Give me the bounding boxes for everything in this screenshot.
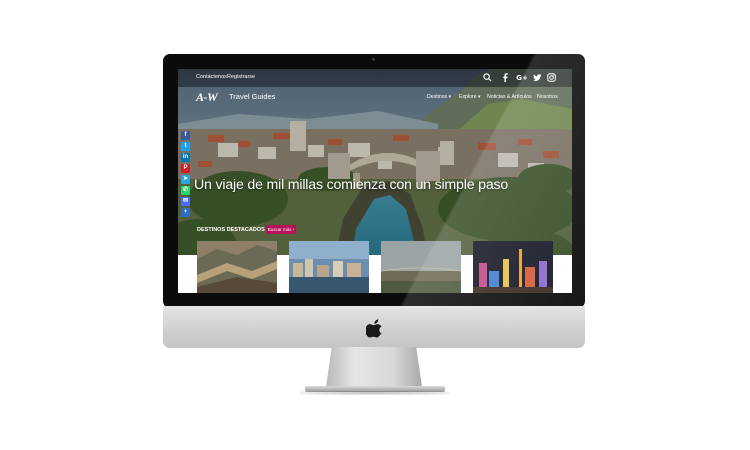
brand-name[interactable]: Travel Guides xyxy=(229,92,275,101)
destination-card[interactable] xyxy=(197,241,277,293)
destination-card[interactable] xyxy=(473,241,553,293)
nav-label: Explore xyxy=(459,94,477,100)
email-icon[interactable]: ✉ xyxy=(181,197,190,206)
google-plus-icon[interactable]: G+ xyxy=(516,73,527,82)
nav-explore[interactable]: Explore ▾ xyxy=(459,94,481,100)
twitter-icon[interactable]: t xyxy=(181,142,190,151)
pinterest-icon[interactable]: P xyxy=(181,164,190,173)
see-more-button[interactable]: Buscar más › xyxy=(266,225,296,234)
whatsapp-icon[interactable]: ✆ xyxy=(181,186,190,195)
search-icon[interactable] xyxy=(483,73,492,82)
nav-nosotros[interactable]: Nosotros xyxy=(537,94,558,100)
destination-card[interactable] xyxy=(381,241,461,293)
twitter-icon[interactable] xyxy=(533,73,542,82)
monitor-stand xyxy=(326,347,422,387)
nav-noticias[interactable]: Noticias & Artículos xyxy=(487,94,532,100)
website-screen: Contáctenos Registrarse G+ A-W Travel Gu… xyxy=(178,69,572,293)
chevron-down-icon: ▾ xyxy=(447,94,452,100)
instagram-icon[interactable] xyxy=(547,73,556,82)
facebook-icon[interactable] xyxy=(501,73,510,82)
contact-link[interactable]: Contáctenos xyxy=(196,74,227,80)
featured-destinations-heading: DESTINOS DESTACADOS xyxy=(197,227,265,233)
stand-shadow xyxy=(300,391,450,395)
register-link[interactable]: Registrarse xyxy=(227,74,255,80)
more-share-icon[interactable]: + xyxy=(181,208,190,217)
hero-headline: Un viaje de mil millas comienza con un s… xyxy=(194,177,509,193)
chevron-down-icon: ▾ xyxy=(476,94,481,100)
destination-card[interactable] xyxy=(289,241,369,293)
camera-icon xyxy=(372,58,375,61)
brand-logo[interactable]: A-W xyxy=(196,90,218,105)
top-bar: Contáctenos Registrarse G+ xyxy=(178,69,572,87)
apple-logo-icon xyxy=(366,319,382,338)
facebook-icon[interactable]: f xyxy=(181,131,190,140)
telegram-icon[interactable]: ➤ xyxy=(181,175,190,184)
nav-label: Destinos xyxy=(427,94,448,100)
svg-text:G+: G+ xyxy=(516,73,527,82)
nav-destinos[interactable]: Destinos ▾ xyxy=(427,94,451,100)
linkedin-icon[interactable]: in xyxy=(181,153,190,162)
